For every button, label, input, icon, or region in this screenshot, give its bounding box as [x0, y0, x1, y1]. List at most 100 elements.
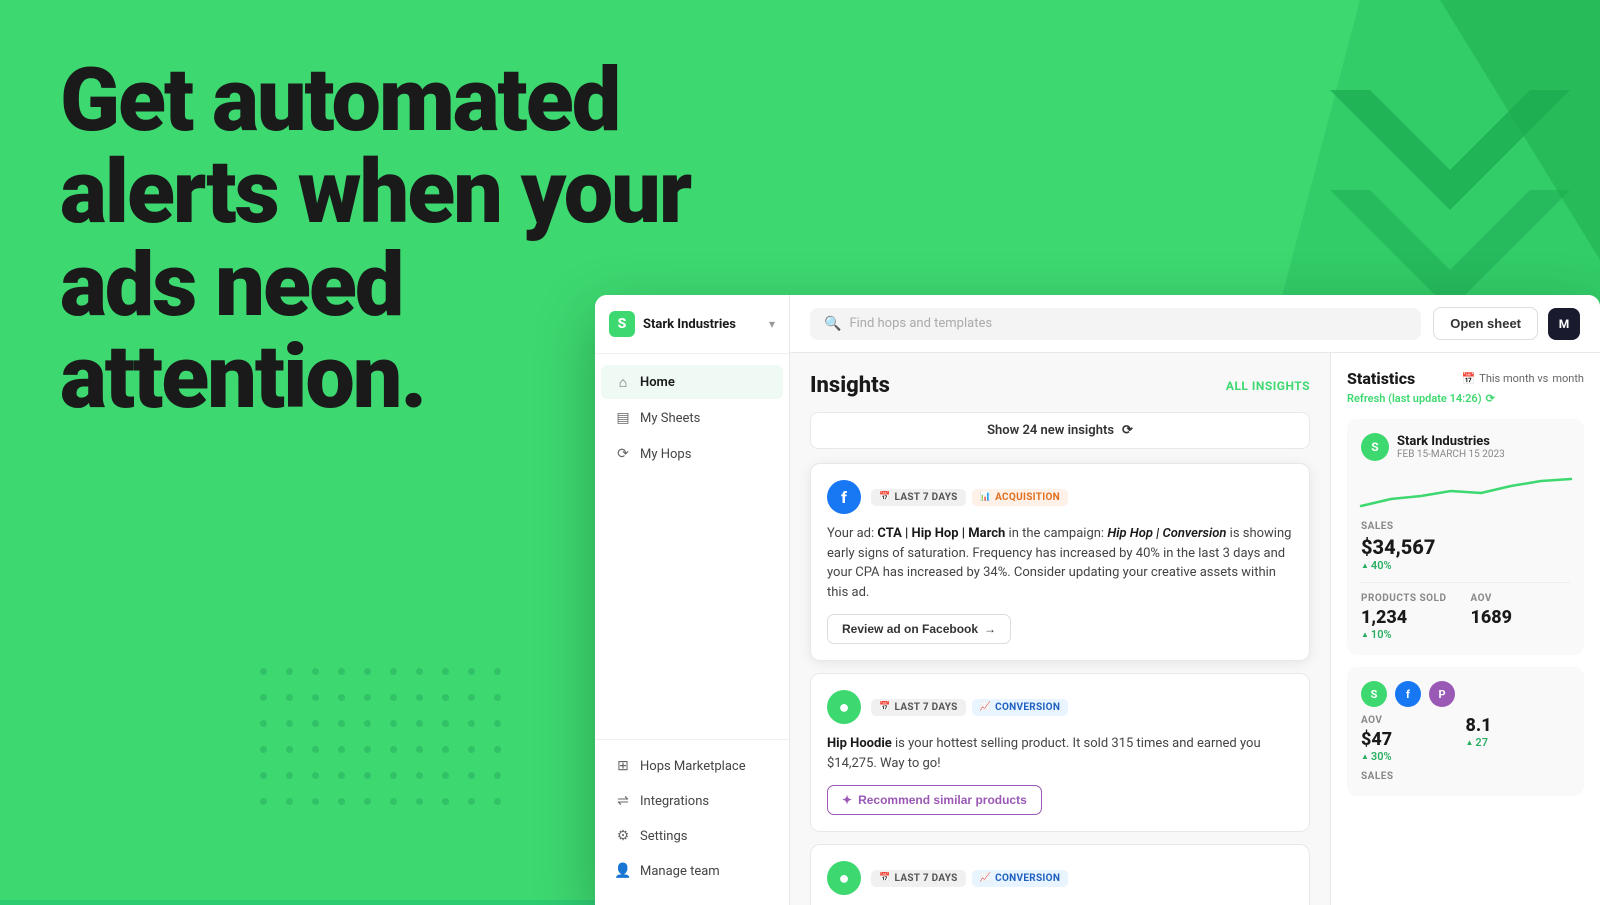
review-ad-facebook-button[interactable]: Review ad on Facebook → — [827, 614, 1011, 644]
sidebar-item-marketplace-label: Hops Marketplace — [640, 759, 746, 774]
open-sheet-button[interactable]: Open sheet — [1433, 307, 1538, 340]
sidebar-item-marketplace[interactable]: ⊞ Hops Marketplace — [601, 749, 783, 783]
sidebar-item-myhops-label: My Hops — [640, 447, 691, 462]
dot — [260, 746, 267, 753]
sidebar-item-manage-team[interactable]: 👤 Manage team — [601, 854, 783, 888]
logo-green: S — [1361, 681, 1387, 707]
refresh-label: Refresh (last update 14:26) — [1347, 392, 1482, 405]
insight-text-2: Hip Hoodie is your hottest selling produ… — [827, 734, 1293, 773]
dot — [364, 668, 371, 675]
logo-purple: P — [1429, 681, 1455, 707]
dot — [468, 720, 475, 727]
settings-icon: ⚙ — [615, 828, 631, 844]
dot — [286, 772, 293, 779]
acquisition-icon: 📊 — [980, 492, 992, 502]
statistics-period[interactable]: 📅 This month vs month — [1462, 372, 1584, 385]
calendar-period-icon: 📅 — [1462, 372, 1476, 385]
dot — [338, 694, 345, 701]
dot — [312, 720, 319, 727]
mini-sparkline-chart — [1361, 471, 1570, 511]
dot — [286, 720, 293, 727]
dot — [416, 798, 423, 805]
statistics-refresh[interactable]: Refresh (last update 14:26) ⟳ — [1347, 392, 1584, 405]
sidebar-item-manage-team-label: Manage team — [640, 864, 720, 879]
marketplace-icon: ⊞ — [615, 758, 631, 774]
dot — [416, 772, 423, 779]
stats-metrics-row: PRODUCTS SOLD 1,234 10% AOV 1689 — [1361, 593, 1570, 641]
sidebar-item-settings-label: Settings — [640, 829, 687, 844]
arrow-right-icon: → — [984, 622, 996, 636]
dot-grid-decoration: // Will be rendered by script below — [260, 668, 516, 820]
tag-last7days-3: 📅 LAST 7 DAYS — [871, 870, 966, 887]
topbar: 🔍 Find hops and templates Open sheet M — [790, 295, 1600, 353]
dot — [442, 798, 449, 805]
aov-value: 1689 — [1471, 607, 1571, 628]
dot — [390, 694, 397, 701]
second-aov-label: AOV — [1361, 715, 1466, 726]
dot — [442, 772, 449, 779]
dot — [312, 668, 319, 675]
second-aov-change: 30% — [1361, 750, 1466, 763]
insight-card-conversion-time: ● 📅 LAST 7 DAYS 📈 CONVERSION — [810, 844, 1310, 905]
insight-action-1: Review ad on Facebook → — [827, 614, 1293, 644]
products-sold-label: PRODUCTS SOLD — [1361, 593, 1461, 604]
second-stats-card: S f P AOV $47 30% 8.1 27 — [1347, 667, 1584, 796]
second-aov-value: $47 — [1361, 729, 1466, 750]
recommend-label: Recommend similar products — [858, 793, 1027, 807]
refresh-icon-stats: ⟳ — [1486, 392, 1495, 405]
brand-card-date: FEB 15-MARCH 15 2023 — [1397, 449, 1570, 460]
dot — [416, 746, 423, 753]
chevron-down-icon: ▾ — [769, 317, 775, 331]
sales-label: SALES — [1361, 521, 1570, 532]
products-sold-metric: PRODUCTS SOLD 1,234 10% — [1361, 593, 1461, 641]
search-box[interactable]: 🔍 Find hops and templates — [810, 308, 1421, 340]
insight-card-header-2: ● 📅 LAST 7 DAYS 📈 CONVERSION — [827, 690, 1293, 724]
insights-panel: Insights ALL INSIGHTS Show 24 new insigh… — [790, 353, 1330, 905]
team-icon: 👤 — [615, 863, 631, 879]
conversion-icon-2: 📈 — [980, 873, 992, 883]
sidebar-item-myhops[interactable]: ⟳ My Hops — [601, 437, 783, 471]
brand-stats-card: S Stark Industries FEB 15-MARCH 15 2023 — [1347, 419, 1584, 655]
sidebar-item-mysheets[interactable]: ▤ My Sheets — [601, 401, 783, 435]
dot — [312, 746, 319, 753]
dot — [494, 798, 501, 805]
dot — [468, 668, 475, 675]
brand-info: Stark Industries FEB 15-MARCH 15 2023 — [1397, 434, 1570, 460]
avatar: M — [1548, 308, 1580, 340]
review-ad-facebook-label: Review ad on Facebook — [842, 622, 978, 636]
dot — [494, 772, 501, 779]
period-month-label: month — [1552, 372, 1584, 385]
dot — [468, 694, 475, 701]
calendar-icon: 📅 — [879, 492, 891, 502]
dot — [416, 720, 423, 727]
brand-card-name: Stark Industries — [1397, 434, 1570, 449]
recommend-similar-products-button[interactable]: ✦ Recommend similar products — [827, 785, 1042, 815]
dot — [286, 668, 293, 675]
tag-conversion-3: 📈 CONVERSION — [972, 870, 1069, 887]
sales-metric: SALES $34,567 40% — [1361, 521, 1570, 572]
logos-row: S f P — [1361, 681, 1570, 707]
hop-icon: ⟳ — [615, 446, 631, 462]
insights-header: Insights ALL INSIGHTS — [810, 373, 1310, 398]
sidebar-item-integrations[interactable]: ⇌ Integrations — [601, 784, 783, 818]
secondary-value: 8.1 — [1466, 715, 1571, 736]
calendar-icon-2: 📅 — [879, 702, 891, 712]
sidebar-item-settings[interactable]: ⚙ Settings — [601, 819, 783, 853]
integrations-icon: ⇌ — [615, 793, 631, 809]
aov-metric: AOV 1689 — [1471, 593, 1571, 641]
dot — [364, 798, 371, 805]
show-new-insights-bar[interactable]: Show 24 new insights ⟳ — [810, 412, 1310, 449]
dot — [364, 772, 371, 779]
insight-tags-1: 📅 LAST 7 DAYS 📊 ACQUISITION — [871, 489, 1068, 506]
statistics-panel: Statistics 📅 This month vs month Refresh… — [1330, 353, 1600, 905]
dot — [494, 668, 501, 675]
home-icon: ⌂ — [615, 374, 631, 390]
dot — [312, 694, 319, 701]
dot — [390, 746, 397, 753]
sidebar-item-home-label: Home — [640, 375, 675, 390]
brand-header[interactable]: S Stark Industries ▾ — [595, 311, 789, 354]
all-insights-link[interactable]: ALL INSIGHTS — [1226, 379, 1310, 393]
dot — [442, 720, 449, 727]
sidebar-item-home[interactable]: ⌂ Home — [601, 365, 783, 399]
brand-row: S Stark Industries FEB 15-MARCH 15 2023 — [1361, 433, 1570, 461]
